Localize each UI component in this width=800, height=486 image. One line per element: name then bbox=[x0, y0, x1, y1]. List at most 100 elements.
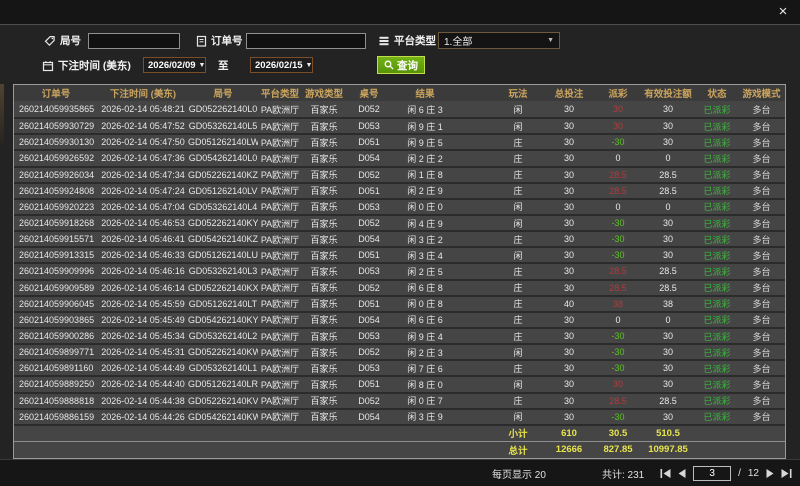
cell-table-no: D052 bbox=[346, 283, 392, 293]
cell-table-no: D053 bbox=[346, 331, 392, 341]
cell-game-mode: 多台 bbox=[738, 281, 785, 294]
cell-table-no: D051 bbox=[346, 299, 392, 309]
order-id-input[interactable] bbox=[246, 33, 366, 49]
cell-play: 庄 bbox=[494, 265, 542, 278]
cell-platform: PA欧洲厅 bbox=[258, 233, 302, 246]
cell-platform: PA欧洲厅 bbox=[258, 378, 302, 391]
cell-result: 闲 0 庄 7 bbox=[392, 394, 458, 407]
cell-platform: PA欧洲厅 bbox=[258, 152, 302, 165]
cell-valid-bet: 30 bbox=[640, 331, 696, 341]
cell-game-mode: 多台 bbox=[738, 249, 785, 262]
cell-round-id: GD054262140L0 bbox=[188, 153, 258, 163]
close-icon[interactable]: × bbox=[774, 3, 792, 21]
cell-play: 庄 bbox=[494, 184, 542, 197]
cell-status: 已派彩 bbox=[696, 362, 738, 375]
date-to-value: 2026/02/15 bbox=[255, 60, 303, 71]
table-row: 260214059888818 2026-02-14 05:44:38 GD05… bbox=[14, 392, 785, 408]
table-row: 260214059900286 2026-02-14 05:45:34 GD05… bbox=[14, 327, 785, 343]
cell-order-id: 260214059891160 bbox=[14, 363, 98, 373]
cell-bet-time: 2026-02-14 05:47:04 bbox=[98, 202, 188, 212]
cell-result: 闲 7 庄 6 bbox=[392, 362, 458, 375]
cell-valid-bet: 38 bbox=[640, 299, 696, 309]
cell-play: 闲 bbox=[494, 378, 542, 391]
cell-order-id: 260214059903865 bbox=[14, 315, 98, 325]
cell-platform: PA欧洲厅 bbox=[258, 136, 302, 149]
cell-valid-bet: 0 bbox=[640, 153, 696, 163]
cell-valid-bet: 0 bbox=[640, 202, 696, 212]
date-from-picker[interactable]: 2026/02/09 ▼ bbox=[143, 57, 206, 73]
cell-game-mode: 多台 bbox=[738, 330, 785, 343]
column-header: 桌号 bbox=[346, 86, 392, 100]
cell-total-bet: 30 bbox=[542, 137, 596, 147]
first-page-button[interactable] bbox=[660, 469, 671, 478]
chevron-down-icon: ▼ bbox=[547, 37, 554, 44]
table-row: 260214059930130 2026-02-14 05:47:50 GD05… bbox=[14, 133, 785, 149]
cell-result: 闲 9 庄 4 bbox=[392, 330, 458, 343]
cell-table-no: D053 bbox=[346, 202, 392, 212]
cell-result: 闲 9 庄 1 bbox=[392, 120, 458, 133]
table-body: 260214059935865 2026-02-14 05:48:21 GD05… bbox=[14, 101, 785, 424]
cell-order-id: 260214059930130 bbox=[14, 137, 98, 147]
round-id-input[interactable] bbox=[88, 33, 180, 49]
tag-icon bbox=[44, 35, 56, 47]
cell-bet-time: 2026-02-14 05:45:31 bbox=[98, 347, 188, 357]
cell-result: 闲 3 庄 2 bbox=[392, 233, 458, 246]
round-id-label: 局号 bbox=[60, 33, 81, 48]
cell-play: 闲 bbox=[494, 410, 542, 423]
total-pages-text: 12 bbox=[748, 468, 759, 479]
cell-game-type: 百家乐 bbox=[302, 330, 346, 343]
previous-page-button[interactable] bbox=[678, 469, 686, 478]
next-page-button[interactable] bbox=[766, 469, 774, 478]
page-size-text: 每页显示 20 bbox=[492, 460, 546, 486]
cell-status: 已派彩 bbox=[696, 346, 738, 359]
cell-total-bet: 30 bbox=[542, 218, 596, 228]
cell-game-type: 百家乐 bbox=[302, 168, 346, 181]
cell-payout: 30 bbox=[596, 379, 640, 389]
cell-result: 闲 2 庄 3 bbox=[392, 346, 458, 359]
cell-play: 庄 bbox=[494, 136, 542, 149]
date-to-picker[interactable]: 2026/02/15 ▼ bbox=[250, 57, 313, 73]
cell-bet-time: 2026-02-14 05:45:59 bbox=[98, 299, 188, 309]
cell-game-mode: 多台 bbox=[738, 265, 785, 278]
cell-platform: PA欧洲厅 bbox=[258, 103, 302, 116]
search-button[interactable]: 查询 bbox=[377, 56, 425, 74]
cell-order-id: 260214059909996 bbox=[14, 266, 98, 276]
cell-total-bet: 30 bbox=[542, 121, 596, 131]
cell-valid-bet: 28.5 bbox=[640, 283, 696, 293]
last-page-button[interactable] bbox=[781, 469, 792, 478]
cell-status: 已派彩 bbox=[696, 152, 738, 165]
cell-platform: PA欧洲厅 bbox=[258, 249, 302, 262]
column-header: 结果 bbox=[392, 86, 458, 100]
cell-game-type: 百家乐 bbox=[302, 249, 346, 262]
column-header: 局号 bbox=[188, 86, 258, 100]
column-header: 总投注 bbox=[542, 86, 596, 100]
cell-play: 庄 bbox=[494, 394, 542, 407]
cell-order-id: 260214059913315 bbox=[14, 250, 98, 260]
cell-result: 闲 3 庄 4 bbox=[392, 249, 458, 262]
cell-order-id: 260214059888818 bbox=[14, 396, 98, 406]
cell-round-id: GD052262140L0 bbox=[188, 104, 258, 114]
cell-result: 闲 6 庄 3 bbox=[392, 103, 458, 116]
cell-payout: 28.5 bbox=[596, 170, 640, 180]
cell-bet-time: 2026-02-14 05:47:36 bbox=[98, 153, 188, 163]
cell-table-no: D051 bbox=[346, 250, 392, 260]
column-header: 玩法 bbox=[494, 86, 542, 100]
cell-play: 闲 bbox=[494, 217, 542, 230]
cell-game-mode: 多台 bbox=[738, 233, 785, 246]
platform-type-select[interactable]: 1.全部 ▼ bbox=[438, 32, 560, 49]
column-header: 有效投注额 bbox=[640, 86, 696, 100]
cell-table-no: D052 bbox=[346, 170, 392, 180]
cell-platform: PA欧洲厅 bbox=[258, 394, 302, 407]
table-row: 260214059926034 2026-02-14 05:47:34 GD05… bbox=[14, 166, 785, 182]
column-header: 下注时间 (美东) bbox=[98, 86, 188, 100]
cell-result: 闲 8 庄 0 bbox=[392, 378, 458, 391]
total-label: 总计 bbox=[494, 443, 542, 457]
cell-order-id: 260214059935865 bbox=[14, 104, 98, 114]
current-page-input[interactable] bbox=[693, 466, 731, 481]
table-row: 260214059903865 2026-02-14 05:45:49 GD05… bbox=[14, 311, 785, 327]
cell-round-id: GD051262140LR bbox=[188, 379, 258, 389]
table-row: 260214059918268 2026-02-14 05:46:53 GD05… bbox=[14, 214, 785, 230]
search-icon bbox=[384, 60, 394, 70]
cell-game-mode: 多台 bbox=[738, 103, 785, 116]
cell-result: 闲 0 庄 0 bbox=[392, 200, 458, 213]
